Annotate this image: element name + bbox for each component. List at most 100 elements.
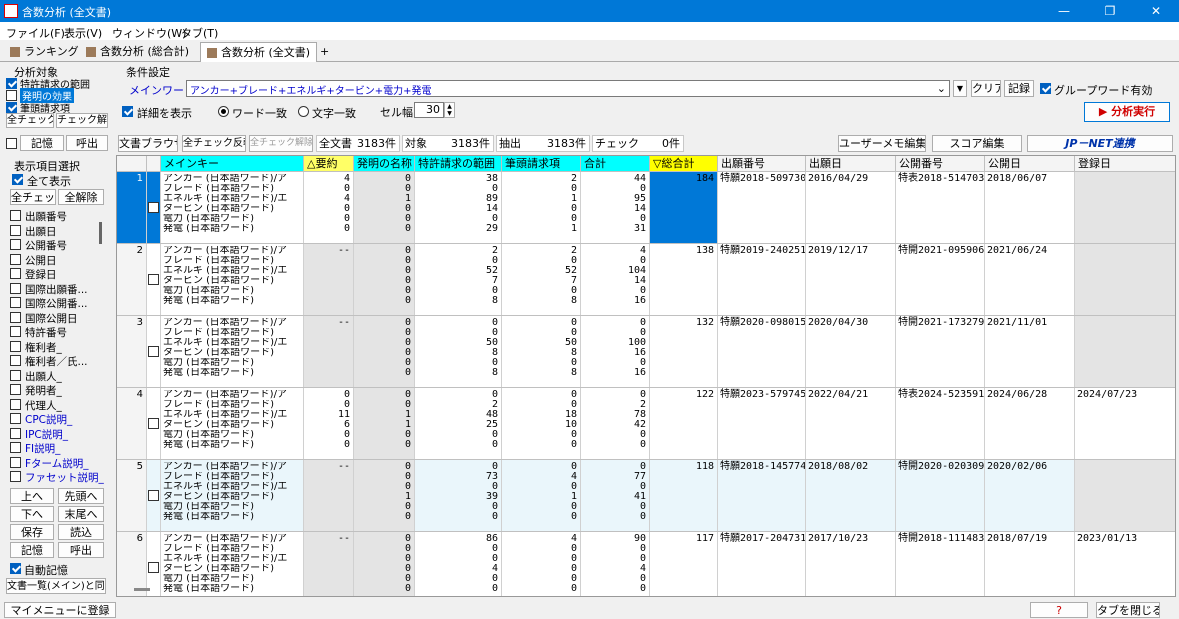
display-item-checkbox[interactable] bbox=[10, 253, 21, 265]
row-checkbox[interactable] bbox=[148, 562, 159, 573]
header-main-key[interactable]: メインキー bbox=[161, 156, 304, 172]
close-tab-button[interactable]: タブを閉じる bbox=[1096, 602, 1160, 618]
menu-window[interactable]: ウィンドウ(W) bbox=[112, 25, 186, 41]
row-checkbox[interactable] bbox=[148, 490, 159, 501]
main-key-line: アンカー (日本語ワード)/ア bbox=[163, 246, 287, 256]
up-button[interactable]: 上へ bbox=[10, 488, 54, 504]
header-summary[interactable]: △要約 bbox=[304, 156, 354, 172]
header-sum[interactable]: 合計 bbox=[581, 156, 650, 172]
cell-width-stepper[interactable]: ▲ ▼ bbox=[444, 102, 455, 118]
table-row[interactable]: 6 アンカー (日本語ワード)/ア ブレード (日本語ワード) エネルギ (日本語ワー… bbox=[117, 532, 1175, 596]
user-memo-edit-button[interactable]: ユーザーメモ編集 bbox=[838, 135, 926, 152]
sync-list-button[interactable]: 文書一覧(メイン)と同期 bbox=[6, 578, 106, 594]
auto-memory-checkbox[interactable] bbox=[10, 563, 21, 574]
check-clear-all-button[interactable]: 全チェック解除 bbox=[249, 135, 313, 152]
check-invert-button[interactable]: 全チェック反転 bbox=[182, 135, 246, 152]
display-all-check-button[interactable]: 全チェック bbox=[10, 189, 56, 205]
run-analysis-button[interactable]: ▶ 分析実行 bbox=[1084, 102, 1170, 122]
clear-button[interactable]: クリア bbox=[971, 80, 1001, 97]
all-check-button[interactable]: 全チェック bbox=[6, 113, 54, 128]
horizontal-scrollbar[interactable] bbox=[134, 588, 150, 591]
target-first-claim-checkbox[interactable] bbox=[6, 102, 17, 113]
maximize-button[interactable]: ❐ bbox=[1087, 0, 1133, 22]
char-match-radio[interactable] bbox=[298, 106, 309, 117]
display-item-checkbox[interactable] bbox=[10, 442, 21, 453]
show-all-checkbox[interactable] bbox=[12, 174, 23, 185]
load-button[interactable]: 読込 bbox=[58, 524, 104, 540]
display-item-checkbox[interactable] bbox=[10, 384, 21, 395]
header-title[interactable]: 発明の名称 bbox=[354, 156, 415, 172]
doc-browser-button[interactable]: 文書ブラウザ bbox=[118, 135, 178, 152]
display-item-checkbox[interactable] bbox=[10, 456, 21, 468]
display-item-checkbox[interactable] bbox=[10, 471, 21, 482]
save-button[interactable]: 保存 bbox=[10, 524, 54, 540]
row-checkbox[interactable] bbox=[148, 418, 159, 429]
display-item-checkbox[interactable] bbox=[10, 311, 21, 323]
header-grand-total[interactable]: ▽総合計 bbox=[650, 156, 718, 172]
bottom-button[interactable]: 末尾へ bbox=[58, 506, 104, 522]
tab-add[interactable]: + bbox=[314, 42, 335, 62]
table-row[interactable]: 4 アンカー (日本語ワード)/ア ブレード (日本語ワード) エネルギ (日本語ワー… bbox=[117, 388, 1175, 460]
down-button[interactable]: 下へ bbox=[10, 506, 54, 522]
mainword-combobox[interactable]: アンカー+ブレード+エネルギ+タービン+電力+発電 ⌄ bbox=[186, 80, 950, 97]
mainword-dropdown-button[interactable]: ▼ bbox=[953, 80, 967, 97]
help-button[interactable]: ? bbox=[1030, 602, 1088, 618]
header-reg-date[interactable]: 登録日 bbox=[1075, 156, 1175, 172]
header-claims[interactable]: 特許請求の範囲 bbox=[415, 156, 502, 172]
header-first-claim[interactable]: 筆頭請求項 bbox=[502, 156, 581, 172]
memory-button[interactable]: 記憶 bbox=[20, 135, 64, 151]
display-item-checkbox[interactable] bbox=[10, 427, 21, 439]
cell-width-input[interactable]: 30 bbox=[414, 102, 444, 118]
menu-tab[interactable]: タブ(T) bbox=[181, 25, 218, 41]
display-item-checkbox[interactable] bbox=[10, 369, 21, 381]
word-match-radio[interactable] bbox=[218, 106, 229, 117]
tab-all-docs-analysis[interactable]: 含数分析 (全文書) bbox=[200, 42, 318, 62]
display-item-checkbox[interactable] bbox=[10, 413, 21, 424]
jpnet-link-button[interactable]: JP－NET連携 bbox=[1027, 135, 1173, 152]
display-item-checkbox[interactable] bbox=[10, 398, 21, 410]
display-item-checkbox[interactable] bbox=[10, 268, 21, 279]
menu-view[interactable]: 表示(V) bbox=[64, 25, 102, 41]
check-clear-button[interactable]: チェック解除 bbox=[56, 113, 108, 128]
register-mymenu-button[interactable]: マイメニューに登録 bbox=[4, 602, 116, 618]
table-row[interactable]: 1 アンカー (日本語ワード)/ア ブレード (日本語ワード) エネルギ (日本語ワー… bbox=[117, 172, 1175, 244]
memory2-button[interactable]: 記憶 bbox=[10, 542, 54, 558]
score-edit-button[interactable]: スコア編集 bbox=[932, 135, 1022, 152]
table-row[interactable]: 2 アンカー (日本語ワード)/ア ブレード (日本語ワード) エネルギ (日本語ワー… bbox=[117, 244, 1175, 316]
table-row[interactable]: 3 アンカー (日本語ワード)/ア ブレード (日本語ワード) エネルギ (日本語ワー… bbox=[117, 316, 1175, 388]
detail-checkbox[interactable] bbox=[122, 106, 133, 117]
tab-total-analysis[interactable]: 含数分析 (総合計) bbox=[80, 42, 195, 62]
header-app-date[interactable]: 出願日 bbox=[806, 156, 896, 172]
top-button[interactable]: 先頭へ bbox=[58, 488, 104, 504]
display-item-checkbox[interactable] bbox=[10, 210, 21, 221]
display-item-checkbox[interactable] bbox=[10, 326, 21, 337]
row-checkbox[interactable] bbox=[148, 274, 159, 285]
row-checkbox[interactable] bbox=[148, 202, 159, 213]
target-effect-checkbox[interactable] bbox=[6, 90, 17, 101]
minimize-button[interactable]: — bbox=[1041, 0, 1087, 22]
row-checkbox[interactable] bbox=[148, 346, 159, 357]
header-pub-number[interactable]: 公開番号 bbox=[896, 156, 985, 172]
display-item-checkbox[interactable] bbox=[10, 224, 21, 236]
recall-button[interactable]: 呼出 bbox=[66, 135, 108, 151]
display-item-checkbox[interactable] bbox=[10, 282, 21, 294]
memory-checkbox[interactable] bbox=[6, 138, 17, 149]
record-button[interactable]: 記録 bbox=[1004, 80, 1034, 97]
target-claims-checkbox[interactable] bbox=[6, 78, 17, 89]
header-pub-date[interactable]: 公開日 bbox=[985, 156, 1075, 172]
header-app-number[interactable]: 出願番号 bbox=[718, 156, 806, 172]
menu-file[interactable]: ファイル(F) bbox=[6, 25, 65, 41]
value-line: 16 bbox=[633, 368, 646, 378]
tab-ranking[interactable]: ランキング bbox=[4, 42, 85, 62]
group-word-checkbox[interactable] bbox=[1040, 83, 1051, 94]
display-item-checkbox[interactable] bbox=[10, 239, 21, 250]
display-item-checkbox[interactable] bbox=[10, 355, 21, 366]
display-item-checkbox[interactable] bbox=[10, 297, 21, 308]
display-item-checkbox[interactable] bbox=[10, 340, 21, 352]
main-key-line: ブレード (日本語ワード) bbox=[163, 400, 274, 410]
display-all-clear-button[interactable]: 全解除 bbox=[58, 189, 104, 205]
table-row[interactable]: 5 アンカー (日本語ワード)/ア ブレード (日本語ワード) エネルギ (日本語ワー… bbox=[117, 460, 1175, 532]
recall2-button[interactable]: 呼出 bbox=[58, 542, 104, 558]
list-scrollbar[interactable] bbox=[99, 222, 102, 244]
close-button[interactable]: ✕ bbox=[1133, 0, 1179, 22]
